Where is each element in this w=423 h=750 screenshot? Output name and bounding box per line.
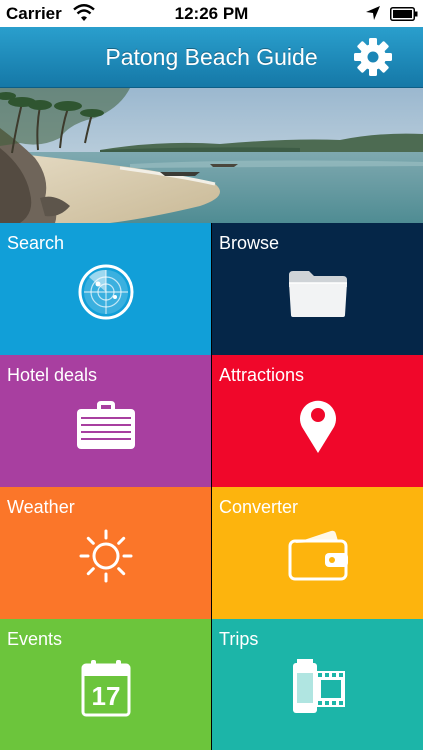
tile-hotel-deals-label: Hotel deals — [7, 365, 98, 385]
suitcase-icon — [77, 401, 135, 449]
tile-events-label: Events — [7, 629, 63, 649]
tile-converter-label: Converter — [219, 497, 299, 517]
calendar-day: 17 — [91, 681, 121, 711]
radar-icon — [78, 264, 134, 320]
tile-browse[interactable]: Browse — [212, 223, 423, 355]
tile-search[interactable]: Search — [0, 223, 211, 355]
menu-grid: Search Browse Hotel deals Attractions We… — [0, 223, 423, 750]
status-bar: Carrier 12:26 PM — [0, 0, 423, 27]
calendar-icon: 17 — [75, 657, 137, 719]
tile-search-label: Search — [7, 233, 65, 253]
map-pin-icon — [300, 400, 336, 453]
tile-trips-label: Trips — [219, 629, 259, 649]
tile-weather-label: Weather — [7, 497, 75, 517]
tile-attractions-label: Attractions — [219, 365, 305, 385]
folder-icon — [289, 271, 347, 317]
beach-photo — [0, 88, 423, 223]
sun-icon — [79, 529, 133, 583]
tile-hotel-deals[interactable]: Hotel deals — [0, 355, 211, 487]
wallet-icon — [288, 530, 348, 581]
tile-browse-label: Browse — [219, 233, 280, 253]
tile-weather[interactable]: Weather — [0, 487, 211, 619]
navigation-bar: Patong Beach Guide — [0, 27, 423, 88]
film-roll-icon — [293, 659, 345, 713]
tile-converter[interactable]: Converter — [212, 487, 423, 619]
settings-button[interactable] — [352, 36, 394, 78]
tile-trips[interactable]: Trips — [212, 619, 423, 750]
clock: 12:26 PM — [174, 4, 249, 23]
gear-icon — [354, 38, 392, 76]
tile-events[interactable]: Events 17 — [0, 619, 211, 750]
battery-icon — [390, 7, 418, 21]
location-arrow-icon — [366, 6, 380, 20]
tile-attractions[interactable]: Attractions — [212, 355, 423, 487]
